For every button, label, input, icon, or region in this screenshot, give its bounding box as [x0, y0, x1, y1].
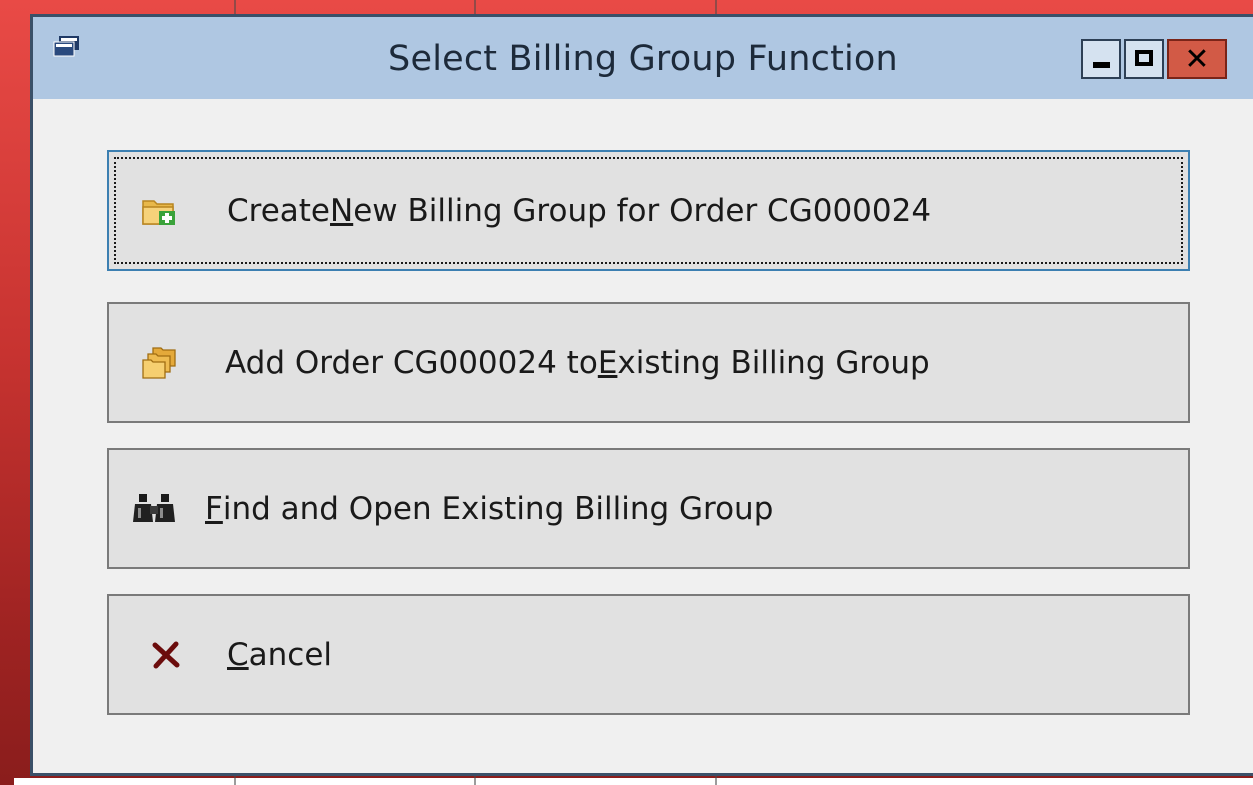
folder-add-icon [141, 152, 177, 269]
create-billing-group-label: Create New Billing Group for Order CG000… [227, 152, 931, 269]
label-text: Add Order CG000024 to [225, 344, 598, 381]
mnemonic-key: E [597, 344, 618, 381]
create-billing-group-button[interactable]: Create New Billing Group for Order CG000… [107, 150, 1190, 271]
close-icon: ✕ [1184, 41, 1210, 77]
mnemonic-key: C [227, 636, 249, 673]
add-to-existing-label: Add Order CG000024 to Existing Billing G… [225, 304, 930, 421]
folders-icon [141, 304, 179, 421]
find-and-open-label: Find and Open Existing Billing Group [205, 450, 773, 567]
add-to-existing-billing-group-button[interactable]: Add Order CG000024 to Existing Billing G… [107, 302, 1190, 423]
label-text: Create [227, 192, 331, 229]
title-bar[interactable]: Select Billing Group Function ✕ [33, 17, 1253, 99]
minimize-icon [1093, 62, 1110, 68]
cancel-icon [151, 596, 181, 713]
label-text: xisting Billing Group [617, 344, 930, 381]
background-grid-line [474, 0, 476, 14]
label-text: ancel [248, 636, 333, 673]
background-grid-line [474, 776, 476, 785]
label-text: ew Billing Group for Order CG000024 [353, 192, 932, 229]
find-and-open-billing-group-button[interactable]: Find and Open Existing Billing Group [107, 448, 1190, 569]
background-grid-line [715, 776, 717, 785]
cancel-label: Cancel [227, 596, 332, 713]
background-grid-line [715, 0, 717, 14]
label-text: ind and Open Existing Billing Group [222, 490, 774, 527]
background-grid-line [234, 0, 236, 14]
minimize-button[interactable] [1081, 39, 1121, 79]
maximize-icon [1135, 50, 1153, 66]
background-strip [14, 778, 1253, 785]
mnemonic-key: F [205, 490, 223, 527]
mnemonic-key: N [330, 192, 354, 229]
window-title: Select Billing Group Function [388, 39, 898, 79]
cancel-button[interactable]: Cancel [107, 594, 1190, 715]
maximize-button[interactable] [1124, 39, 1164, 79]
binoculars-icon [131, 450, 179, 567]
background-grid-line [234, 776, 236, 785]
select-billing-group-dialog: Select Billing Group Function ✕ Create N… [30, 14, 1253, 776]
close-button[interactable]: ✕ [1167, 39, 1227, 79]
